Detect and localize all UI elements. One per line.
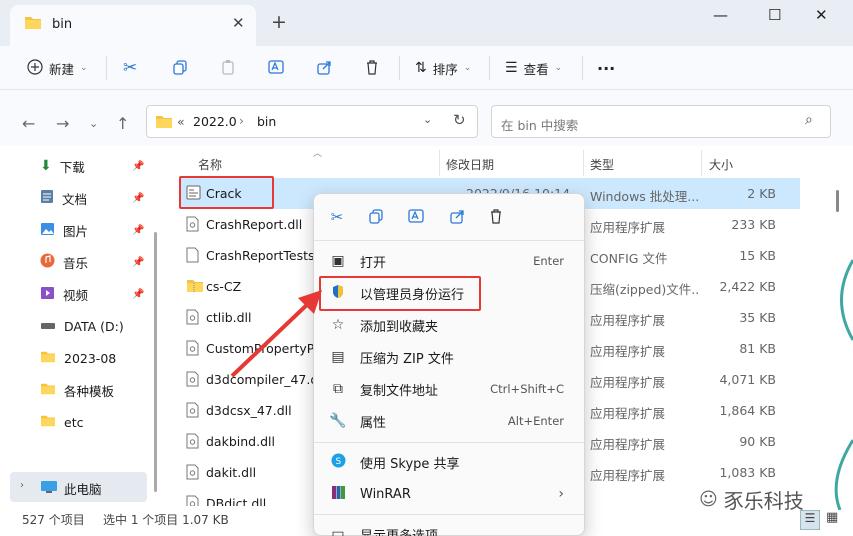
- file-explorer-window: bin ✕ + — ☐ ✕ 新建 ⌄ ✂ ⇅ 排序 ⌄ ☰ 查看 ⌄ ··· ←…: [0, 0, 853, 536]
- arrow-shaft: [230, 298, 314, 378]
- annotation-arrow: [230, 290, 322, 378]
